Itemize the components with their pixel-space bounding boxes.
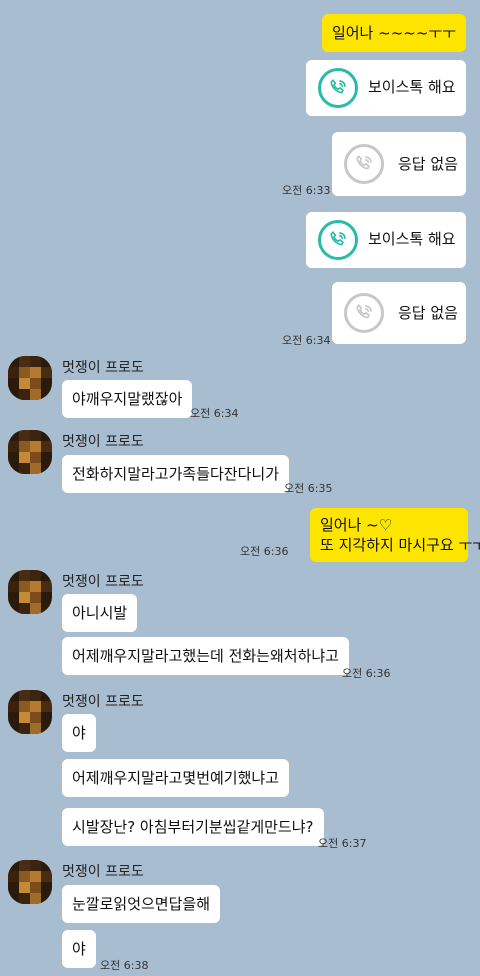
message-bubble[interactable]: 어제깨우지말라고몇번예기했냐고 xyxy=(62,759,290,797)
missed-call-bubble[interactable]: 응답 없음 xyxy=(332,132,466,196)
sender-name: 멋쟁이 프로도 xyxy=(62,434,144,450)
call-status-label: 응답 없음 xyxy=(398,304,458,322)
message-time: 오전 6:38 xyxy=(100,959,149,972)
message-text: 전화하지말라고가족들다잔다니가 xyxy=(72,465,280,483)
sender-name: 멋쟁이 프로도 xyxy=(62,574,144,590)
message-time: 오전 6:36 xyxy=(342,667,391,680)
message-text: 또 지각하지 마시구요 ㅜㅜ xyxy=(320,536,480,554)
sender-name: 멋쟁이 프로도 xyxy=(62,864,144,880)
missed-call-bubble[interactable]: 응답 없음 xyxy=(332,282,466,344)
message-text: 어제깨우지말라고했는데 전화는왜처하냐고 xyxy=(72,647,339,665)
message-time: 오전 6:34 xyxy=(282,334,331,347)
call-status-label: 보이스톡 해요 xyxy=(368,230,456,248)
message-text: 어제깨우지말라고몇번예기했냐고 xyxy=(72,769,280,787)
avatar[interactable] xyxy=(8,860,52,904)
message-time: 오전 6:33 xyxy=(282,184,331,197)
my-message-bubble[interactable]: 일어나 ~♡ 또 지각하지 마시구요 ㅜㅜ xyxy=(310,508,480,562)
phone-missed-icon xyxy=(344,293,384,333)
message-text: 눈깔로읽엇으면답을해 xyxy=(72,895,211,913)
voice-call-bubble[interactable]: 보이스톡 해요 xyxy=(306,212,466,268)
message-bubble[interactable]: 아니시발 xyxy=(62,594,138,632)
message-bubble[interactable]: 전화하지말라고가족들다잔다니가 xyxy=(62,455,290,493)
message-text: 야깨우지말랬잖아 xyxy=(72,390,183,408)
message-bubble[interactable]: 야 xyxy=(62,930,96,968)
message-text: 야 xyxy=(72,940,86,958)
avatar[interactable] xyxy=(8,430,52,474)
message-time: 오전 6:37 xyxy=(318,837,367,850)
avatar[interactable] xyxy=(8,570,52,614)
avatar[interactable] xyxy=(8,690,52,734)
message-text: 아니시발 xyxy=(72,604,128,622)
sender-name: 멋쟁이 프로도 xyxy=(62,360,144,376)
message-bubble[interactable]: 야깨우지말랬잖아 xyxy=(62,380,193,418)
message-text: 일어나 ~♡ xyxy=(320,516,393,534)
phone-ringing-icon xyxy=(318,220,358,260)
message-text: 시발장난? 아침부터기분씹같게만드냐? xyxy=(72,818,314,836)
message-bubble[interactable]: 시발장난? 아침부터기분씹같게만드냐? xyxy=(62,808,324,846)
message-bubble[interactable]: 눈깔로읽엇으면답을해 xyxy=(62,885,221,923)
message-time: 오전 6:35 xyxy=(284,482,333,495)
phone-missed-icon xyxy=(344,144,384,184)
message-time: 오전 6:36 xyxy=(240,545,289,558)
phone-ringing-icon xyxy=(318,68,358,108)
message-bubble[interactable]: 어제깨우지말라고했는데 전화는왜처하냐고 xyxy=(62,637,349,675)
voice-call-bubble[interactable]: 보이스톡 해요 xyxy=(306,60,466,116)
message-bubble[interactable]: 야 xyxy=(62,714,96,752)
message-text: 일어나 ~~~~ㅜㅜ xyxy=(331,24,456,42)
message-text: 야 xyxy=(72,724,86,742)
message-time: 오전 6:34 xyxy=(190,407,239,420)
call-status-label: 보이스톡 해요 xyxy=(368,78,456,96)
sender-name: 멋쟁이 프로도 xyxy=(62,694,144,710)
call-status-label: 응답 없음 xyxy=(398,155,458,173)
my-message-bubble[interactable]: 일어나 ~~~~ㅜㅜ xyxy=(321,14,466,52)
avatar[interactable] xyxy=(8,356,52,400)
